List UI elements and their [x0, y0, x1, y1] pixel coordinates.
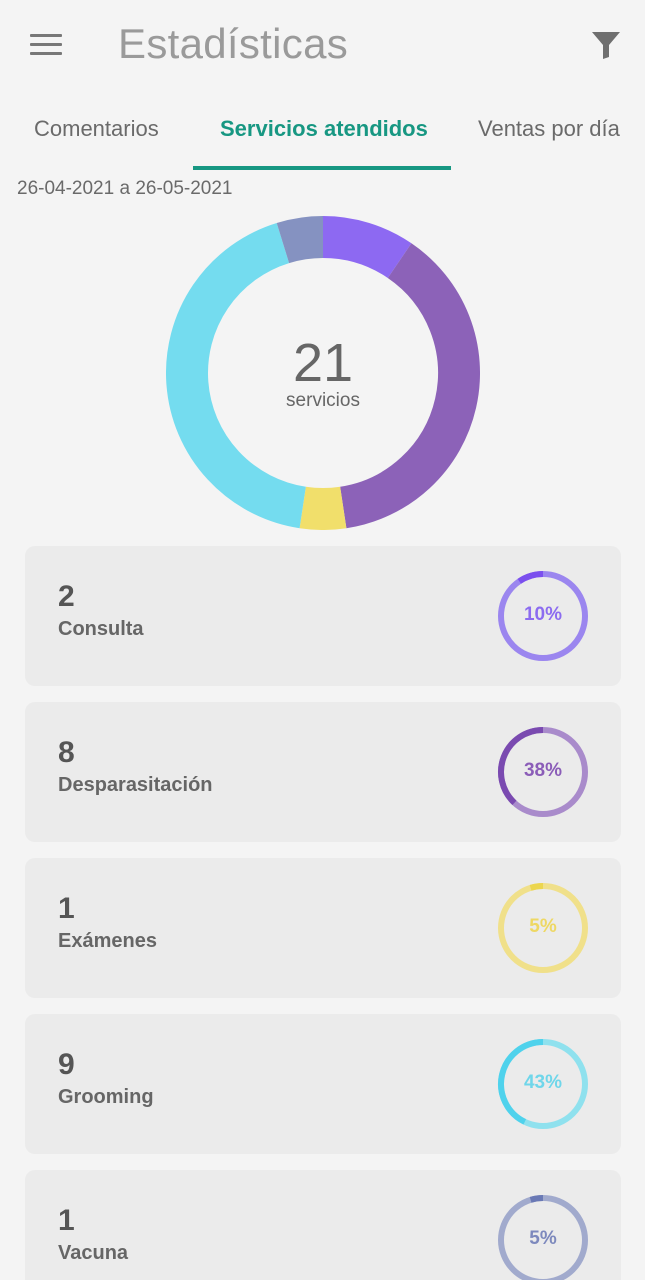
- service-name: Vacuna: [58, 1242, 129, 1264]
- service-percent: 38%: [523, 760, 563, 781]
- service-percent: 5%: [529, 916, 557, 937]
- donut-slice-consulta: [322, 216, 412, 279]
- app-bar: Estadísticas: [0, 0, 645, 92]
- total-services-label: servicios: [286, 390, 360, 411]
- service-name: Grooming: [58, 1086, 154, 1108]
- service-name: Consulta: [58, 618, 144, 640]
- donut-slice-vacuna: [276, 216, 324, 264]
- ring-progress: [529, 1195, 544, 1203]
- service-card-grooming[interactable]: 9 Grooming 43%: [25, 1014, 621, 1154]
- donut-slice-exámenes: [299, 486, 347, 530]
- tab-bar: Comentarios Servicios atendidos Ventas p…: [0, 96, 645, 172]
- service-count: 2: [58, 580, 75, 613]
- active-tab-indicator: [193, 166, 451, 170]
- tab-comentarios[interactable]: Comentarios: [34, 116, 159, 142]
- total-services-value: 21: [292, 333, 354, 393]
- service-card-consulta[interactable]: 2 Consulta 10%: [25, 546, 621, 686]
- service-count: 1: [58, 1204, 75, 1237]
- service-count: 1: [58, 892, 75, 925]
- service-percent: 10%: [523, 604, 563, 625]
- menu-icon[interactable]: [30, 34, 62, 58]
- page-title: Estadísticas: [118, 20, 349, 67]
- filter-icon[interactable]: [590, 30, 622, 60]
- tab-servicios-atendidos[interactable]: Servicios atendidos: [220, 116, 428, 142]
- services-donut-chart: 21 servicios: [166, 216, 480, 530]
- service-percent: 5%: [529, 1228, 557, 1249]
- service-percent: 43%: [523, 1072, 563, 1093]
- service-card-desparasitacion[interactable]: 8 Desparasitación 38%: [25, 702, 621, 842]
- date-range: 26-04-2021 a 26-05-2021: [17, 178, 233, 199]
- service-count: 8: [58, 736, 75, 769]
- service-name: Exámenes: [58, 930, 157, 952]
- ring-progress: [517, 571, 544, 584]
- service-card-vacuna[interactable]: 1 Vacuna 5%: [25, 1170, 621, 1280]
- statistics-screen: Estadísticas Comentarios Servicios atend…: [0, 0, 645, 1280]
- service-name: Desparasitación: [58, 774, 213, 796]
- service-count: 9: [58, 1048, 75, 1081]
- tab-ventas-por-dia[interactable]: Ventas por día: [478, 116, 620, 142]
- ring-progress: [529, 883, 544, 891]
- service-card-examenes[interactable]: 1 Exámenes 5%: [25, 858, 621, 998]
